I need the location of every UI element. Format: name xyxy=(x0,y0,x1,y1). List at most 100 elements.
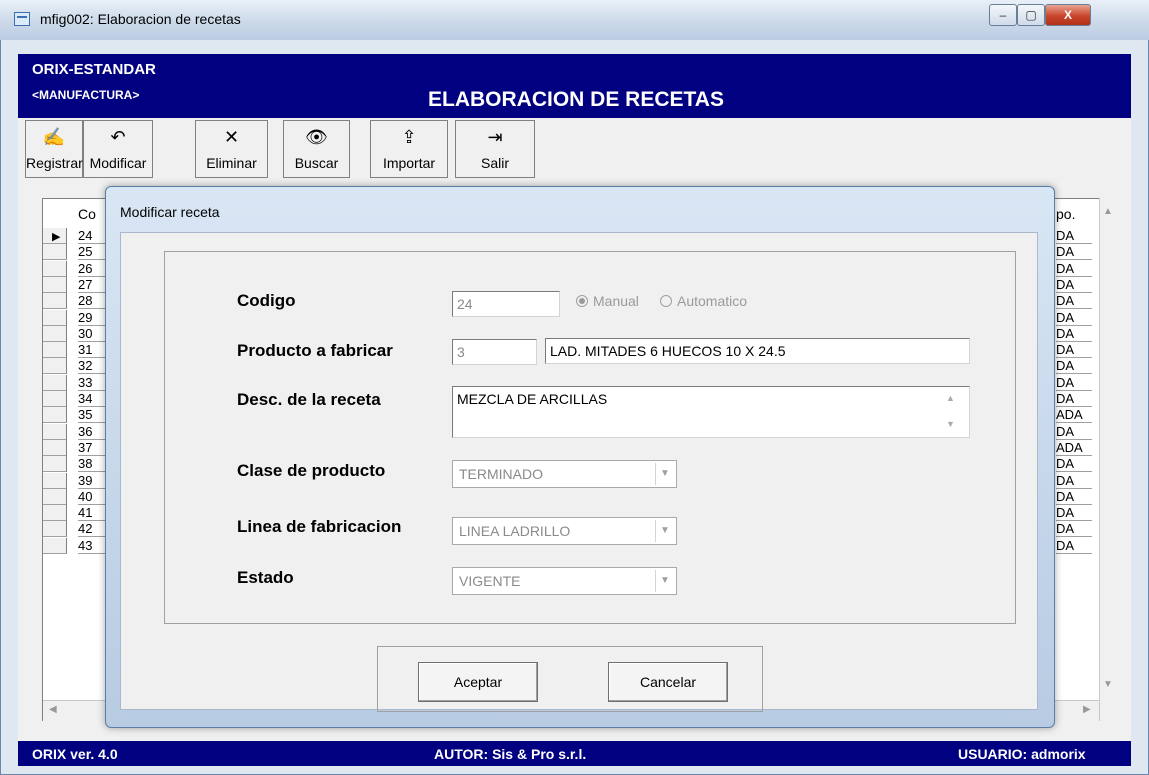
grid-cell-codigo[interactable]: 36 xyxy=(78,424,108,440)
grid-cell-tipo[interactable]: DA xyxy=(1056,358,1092,374)
aceptar-button[interactable]: Aceptar xyxy=(418,662,538,702)
desc-textarea[interactable]: MEZCLA DE ARCILLAS xyxy=(452,386,970,438)
textarea-up-icon[interactable]: ▲ xyxy=(946,393,955,403)
title-bar[interactable]: mfig002: Elaboracion de recetas – ▢ X xyxy=(0,0,1149,40)
row-header[interactable] xyxy=(43,538,67,554)
grid-cell-codigo[interactable]: 30 xyxy=(78,326,108,342)
salir-label: Salir xyxy=(480,155,509,171)
row-header[interactable] xyxy=(43,277,67,293)
grid-vertical-scrollbar[interactable]: ▲ ▼ xyxy=(1099,198,1120,721)
codigo-field[interactable]: 24 xyxy=(452,291,560,317)
row-header[interactable] xyxy=(43,505,67,521)
salir-button[interactable]: ⇥ Salir xyxy=(455,120,535,178)
scroll-left-icon[interactable]: ◀ xyxy=(49,704,57,715)
row-header[interactable] xyxy=(43,310,67,326)
row-header[interactable] xyxy=(43,326,67,342)
grid-cell-tipo[interactable]: DA xyxy=(1056,489,1092,505)
radio-automatico[interactable]: Automatico xyxy=(660,293,747,309)
modificar-button[interactable]: ↶ Modificar xyxy=(83,120,153,178)
row-header[interactable] xyxy=(43,424,67,440)
buscar-button[interactable]: 👁 Buscar xyxy=(283,120,350,178)
exit-icon: ⇥ xyxy=(487,127,503,147)
grid-cell-tipo[interactable]: DA xyxy=(1056,538,1092,554)
grid-cell-codigo[interactable]: 37 xyxy=(78,440,108,456)
modificar-label: Modificar xyxy=(89,155,147,171)
scroll-right-icon[interactable]: ▶ xyxy=(1083,704,1091,715)
row-header[interactable] xyxy=(43,375,67,391)
close-button[interactable]: X xyxy=(1045,4,1091,26)
grid-cell-tipo[interactable]: DA xyxy=(1056,424,1092,440)
row-header[interactable] xyxy=(43,261,67,277)
window-title: mfig002: Elaboracion de recetas xyxy=(40,11,241,27)
eliminar-button[interactable]: ✕ Eliminar xyxy=(195,120,268,178)
estado-select[interactable]: VIGENTE ▼ xyxy=(452,567,677,595)
row-header[interactable] xyxy=(43,473,67,489)
grid-cell-codigo[interactable]: 40 xyxy=(78,489,108,505)
producto-id-field[interactable]: 3 xyxy=(452,339,537,365)
grid-cell-codigo[interactable]: 43 xyxy=(78,538,108,554)
textarea-down-icon[interactable]: ▼ xyxy=(946,419,955,429)
linea-select[interactable]: LINEA LADRILLO ▼ xyxy=(452,517,677,545)
row-header[interactable] xyxy=(43,293,67,309)
row-header[interactable] xyxy=(43,407,67,423)
status-author: AUTOR: Sis & Pro s.r.l. xyxy=(434,746,587,762)
row-header[interactable] xyxy=(43,358,67,374)
scroll-up-icon[interactable]: ▲ xyxy=(1103,206,1113,217)
grid-cell-tipo[interactable]: ADA xyxy=(1056,407,1092,423)
producto-name-field[interactable]: LAD. MITADES 6 HUECOS 10 X 24.5 xyxy=(545,338,970,364)
row-header[interactable] xyxy=(43,521,67,537)
clase-select[interactable]: TERMINADO ▼ xyxy=(452,460,677,488)
grid-cell-tipo[interactable]: DA xyxy=(1056,456,1092,472)
edit-icon: ✍ xyxy=(42,127,66,147)
clase-value: TERMINADO xyxy=(459,466,543,482)
grid-cell-codigo[interactable]: 26 xyxy=(78,261,108,277)
grid-cell-codigo[interactable]: 42 xyxy=(78,521,108,537)
grid-cell-codigo[interactable]: 34 xyxy=(78,391,108,407)
binoculars-icon: 👁 xyxy=(305,127,328,147)
grid-cell-tipo[interactable]: DA xyxy=(1056,521,1092,537)
company-name: ORIX-ESTANDAR xyxy=(32,61,156,78)
grid-cell-tipo[interactable]: DA xyxy=(1056,293,1092,309)
chevron-down-icon[interactable]: ▼ xyxy=(655,570,674,592)
row-header[interactable] xyxy=(43,244,67,260)
row-header[interactable] xyxy=(43,456,67,472)
grid-cell-tipo[interactable]: DA xyxy=(1056,505,1092,521)
grid-cell-tipo[interactable]: DA xyxy=(1056,375,1092,391)
chevron-down-icon[interactable]: ▼ xyxy=(655,520,674,542)
grid-cell-codigo[interactable]: 38 xyxy=(78,456,108,472)
dialog-title: Modificar receta xyxy=(120,204,220,220)
grid-cell-codigo[interactable]: 28 xyxy=(78,293,108,309)
grid-cell-tipo[interactable]: DA xyxy=(1056,277,1092,293)
grid-cell-codigo[interactable]: 25 xyxy=(78,244,108,260)
grid-cell-tipo[interactable]: ADA xyxy=(1056,440,1092,456)
row-header[interactable] xyxy=(43,391,67,407)
scroll-down-icon[interactable]: ▼ xyxy=(1103,679,1113,690)
grid-cell-codigo[interactable]: 39 xyxy=(78,473,108,489)
importar-button[interactable]: ⇪ Importar xyxy=(370,120,448,178)
grid-cell-tipo[interactable]: DA xyxy=(1056,310,1092,326)
row-header[interactable] xyxy=(43,489,67,505)
registrar-button[interactable]: ✍ Registrar xyxy=(25,120,83,178)
radio-manual[interactable]: Manual xyxy=(576,293,639,309)
maximize-button[interactable]: ▢ xyxy=(1017,4,1045,26)
grid-cell-tipo[interactable]: DA xyxy=(1056,261,1092,277)
grid-cell-codigo[interactable]: 35 xyxy=(78,407,108,423)
grid-cell-tipo[interactable]: DA xyxy=(1056,244,1092,260)
grid-cell-tipo[interactable]: DA xyxy=(1056,391,1092,407)
chevron-down-icon[interactable]: ▼ xyxy=(655,463,674,485)
grid-cell-codigo[interactable]: 31 xyxy=(78,342,108,358)
cancelar-button[interactable]: Cancelar xyxy=(608,662,728,702)
grid-cell-codigo[interactable]: 32 xyxy=(78,358,108,374)
grid-cell-tipo[interactable]: DA xyxy=(1056,473,1092,489)
grid-cell-tipo[interactable]: DA xyxy=(1056,228,1092,244)
row-header[interactable] xyxy=(43,440,67,456)
grid-cell-tipo[interactable]: DA xyxy=(1056,326,1092,342)
minimize-button[interactable]: – xyxy=(989,4,1017,26)
row-header[interactable] xyxy=(43,342,67,358)
grid-cell-tipo[interactable]: DA xyxy=(1056,342,1092,358)
grid-cell-codigo[interactable]: 27 xyxy=(78,277,108,293)
grid-cell-codigo[interactable]: 41 xyxy=(78,505,108,521)
grid-cell-codigo[interactable]: 24 xyxy=(78,228,108,244)
grid-cell-codigo[interactable]: 29 xyxy=(78,310,108,326)
grid-cell-codigo[interactable]: 33 xyxy=(78,375,108,391)
